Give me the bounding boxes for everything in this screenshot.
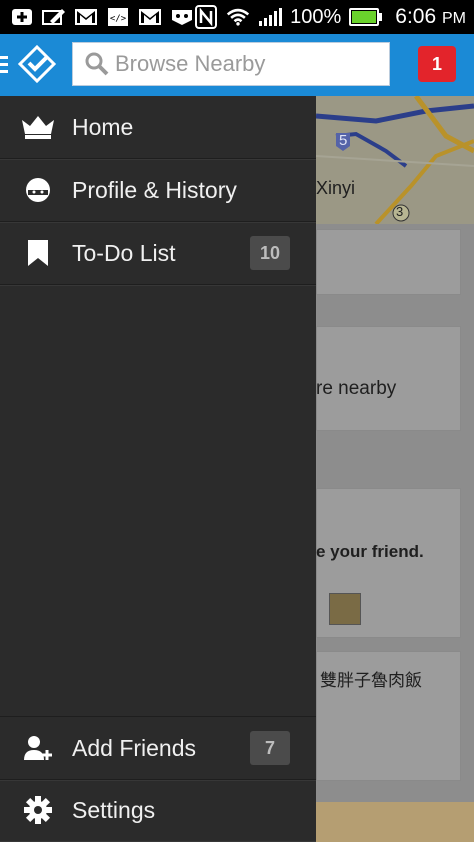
- friend-avatar: [329, 593, 361, 625]
- nearby-snippet: re nearby: [316, 378, 397, 399]
- clock: 6:06 PM: [395, 5, 466, 28]
- search-icon: [83, 50, 111, 78]
- fox-icon: [170, 7, 194, 27]
- search-input[interactable]: Browse Nearby: [72, 42, 390, 86]
- map-route-3: 3: [396, 204, 404, 219]
- map-route-5: 5: [339, 132, 348, 149]
- wifi-icon: [226, 7, 250, 27]
- notification-badge[interactable]: 1: [418, 46, 456, 82]
- gmail-icon: [138, 7, 162, 27]
- svg-text:</>: </>: [110, 14, 127, 24]
- background-content[interactable]: 5 Xinyi 3 re nearby e your friend. 雙胖子魯肉…: [316, 96, 474, 842]
- gmail-icon: [74, 7, 98, 27]
- profile-icon: [18, 174, 58, 206]
- menu-icon[interactable]: [0, 56, 8, 74]
- background-card: [316, 229, 461, 295]
- plus-icon: [10, 7, 34, 27]
- pencil-icon: [42, 7, 66, 27]
- drawer-item-label: Profile & History: [72, 176, 237, 203]
- battery-percent: 100%: [290, 5, 342, 28]
- venue-photo: [316, 802, 474, 842]
- todo-count-badge: 10: [250, 236, 290, 270]
- drawer-item-profile[interactable]: Profile & History: [0, 159, 316, 222]
- drawer-item-label: Settings: [72, 796, 156, 823]
- friend-snippet: e your friend.: [316, 542, 424, 561]
- gear-icon: [18, 794, 58, 826]
- navigation-drawer: Home Profile & History To-Do List 10 Add…: [0, 96, 316, 842]
- map-preview: 5 Xinyi 3: [316, 96, 474, 226]
- status-bar: </> 100% 6:06 PM: [0, 0, 474, 34]
- drawer-item-settings[interactable]: Settings: [0, 779, 316, 841]
- drawer-item-label: Add Friends: [72, 734, 197, 761]
- crown-icon: [18, 111, 58, 143]
- code-icon: </>: [106, 7, 130, 27]
- battery-icon: [349, 8, 383, 26]
- venue-snippet: 雙胖子魯肉飯: [320, 671, 422, 690]
- nfc-icon: [194, 5, 218, 29]
- drawer-item-todo[interactable]: To-Do List 10: [0, 222, 316, 285]
- map-label: Xinyi: [316, 178, 356, 198]
- add-person-icon: [18, 732, 58, 764]
- drawer-item-label: To-Do List: [72, 239, 176, 266]
- drawer-item-label: Home: [72, 113, 134, 140]
- search-placeholder: Browse Nearby: [115, 51, 266, 76]
- friends-count-badge: 7: [250, 731, 290, 765]
- drawer-item-add-friends[interactable]: Add Friends 7: [0, 716, 316, 780]
- foursquare-logo-icon[interactable]: [17, 44, 57, 84]
- signal-icon: [258, 7, 283, 27]
- drawer-item-home[interactable]: Home: [0, 96, 316, 159]
- bookmark-icon: [18, 237, 58, 269]
